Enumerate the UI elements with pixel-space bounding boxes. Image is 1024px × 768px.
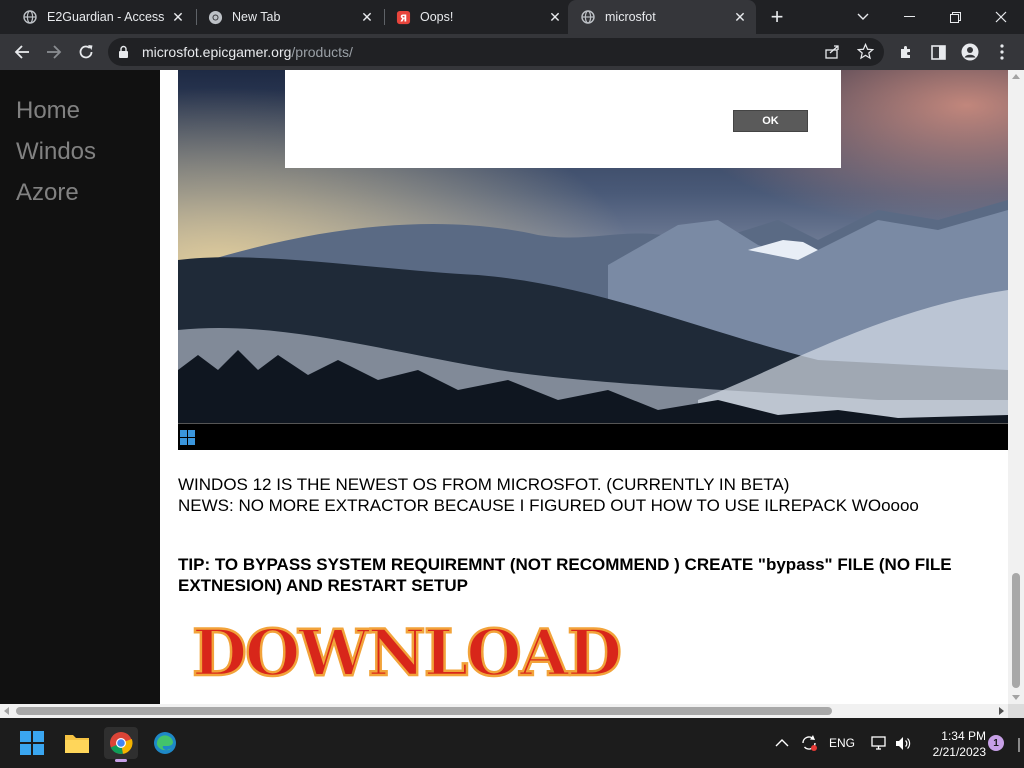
start-button[interactable] — [15, 727, 49, 759]
speaker-icon — [896, 736, 911, 750]
sidebar-item-home[interactable]: Home — [16, 97, 80, 125]
horizontal-scroll-thumb[interactable] — [16, 707, 832, 715]
scroll-left-icon — [4, 707, 9, 715]
yandex-icon: Я — [395, 9, 411, 25]
back-arrow-icon — [14, 45, 29, 59]
puzzle-icon — [901, 46, 910, 58]
clock-time: 1:34 PM — [941, 729, 986, 743]
chrome-icon — [207, 9, 223, 25]
sync-icon — [802, 735, 817, 751]
download-button[interactable]: DOWNLOAD — [188, 615, 628, 693]
side-panel-icon — [930, 44, 946, 60]
close-tab-icon[interactable]: ✕ — [359, 9, 375, 25]
browser-toolbar: microsfot.epicgamer.org/products/ — [0, 34, 1024, 70]
close-window-button[interactable] — [978, 0, 1024, 34]
vertical-scroll-thumb[interactable] — [1012, 573, 1020, 688]
forward-arrow-icon — [47, 45, 62, 59]
main-content: OK WINDOS 12 IS THE NEWEST OS FROM MICRO… — [160, 70, 1008, 704]
close-tab-icon[interactable]: ✕ — [732, 9, 748, 25]
windows-logo-icon — [180, 430, 195, 450]
reload-icon — [79, 45, 93, 59]
minimize-icon — [903, 16, 915, 17]
bookmark-star-icon[interactable] — [856, 42, 875, 65]
show-desktop-button[interactable] — [1018, 738, 1020, 752]
profile-button[interactable] — [956, 38, 984, 66]
network-button[interactable] — [871, 718, 888, 768]
scrollbar-corner — [1008, 704, 1024, 718]
tab-title: Oops! — [420, 10, 454, 24]
clock-date: 2/21/2023 — [932, 745, 986, 759]
address-bar[interactable]: microsfot.epicgamer.org/products/ — [108, 38, 884, 66]
chevron-up-icon — [775, 739, 789, 747]
vertical-scrollbar[interactable] — [1008, 70, 1024, 704]
tab-title: microsfot — [605, 10, 656, 24]
share-icon[interactable] — [824, 44, 840, 65]
globe-icon — [580, 9, 596, 25]
side-panel-button[interactable] — [924, 38, 952, 66]
profile-icon — [961, 43, 979, 61]
chrome-taskbar-button[interactable] — [104, 727, 138, 762]
page-viewport: Home Windos Azore OK WINDOS 12 IS THE NE… — [0, 70, 1024, 704]
back-button[interactable] — [8, 38, 36, 66]
menu-button[interactable] — [988, 38, 1016, 66]
active-app-indicator — [115, 759, 127, 762]
tip-text: TIP: TO BYPASS SYSTEM REQUIREMNT (NOT RE… — [178, 555, 952, 595]
news-line: NEWS: NO MORE EXTRACTOR BECAUSE I FIGURE… — [178, 496, 919, 515]
restore-icon — [949, 11, 961, 23]
ok-button[interactable]: OK — [733, 110, 808, 132]
forward-button[interactable] — [40, 38, 68, 66]
folder-icon — [65, 735, 89, 753]
url-host: microsfot.epicgamer.org — [142, 44, 292, 60]
tab-title: E2Guardian - Access De — [47, 10, 167, 24]
windows-taskbar: ENG 1:34 PM 2/21/2023 1 — [0, 718, 1024, 768]
sidebar-nav: Home Windos Azore — [0, 70, 160, 704]
language-indicator[interactable]: ENG — [829, 718, 855, 768]
tab-search-button[interactable] — [840, 0, 886, 34]
sidebar-item-azore[interactable]: Azore — [16, 179, 79, 207]
chevron-down-icon — [857, 13, 869, 20]
close-tab-icon[interactable]: ✕ — [170, 9, 186, 25]
minimize-button[interactable] — [886, 0, 932, 34]
close-tab-icon[interactable]: ✕ — [547, 9, 563, 25]
sync-status-button[interactable] — [800, 718, 818, 768]
new-tab-button[interactable]: + — [760, 0, 794, 34]
reload-button[interactable] — [72, 38, 100, 66]
network-icon — [871, 735, 886, 750]
tab-microsfot[interactable]: microsfot ✕ — [568, 0, 756, 34]
url-path: /products/ — [291, 44, 353, 60]
fake-taskbar-strip — [178, 423, 1008, 450]
tab-oops[interactable]: Я Oops! ✕ — [385, 0, 571, 34]
volume-button[interactable] — [895, 718, 912, 768]
tab-title: New Tab — [232, 10, 281, 24]
tab-e2guardian[interactable]: E2Guardian - Access De ✕ — [8, 0, 194, 34]
edge-taskbar-button[interactable] — [148, 727, 182, 759]
url-text[interactable]: microsfot.epicgamer.org/products/ — [142, 44, 353, 60]
hero-wallpaper-image: OK — [178, 70, 1008, 423]
file-explorer-button[interactable] — [60, 727, 94, 759]
restore-button[interactable] — [932, 0, 978, 34]
download-label: DOWNLOAD — [192, 616, 620, 685]
close-icon — [995, 11, 1007, 23]
taskbar-clock[interactable]: 1:34 PM 2/21/2023 — [920, 728, 986, 760]
chrome-icon — [110, 732, 133, 755]
extensions-button[interactable] — [892, 38, 920, 66]
notification-badge[interactable]: 1 — [988, 735, 1004, 751]
browser-tab-strip: E2Guardian - Access De ✕ New Tab ✕ Я Oop… — [0, 0, 1024, 34]
scroll-right-icon — [999, 707, 1004, 715]
edge-icon — [154, 732, 176, 754]
sidebar-item-windos[interactable]: Windos — [16, 138, 96, 166]
scroll-up-icon — [1012, 74, 1020, 79]
svg-text:Я: Я — [399, 13, 406, 24]
more-vert-icon — [1000, 44, 1004, 60]
tab-new-tab[interactable]: New Tab ✕ — [197, 0, 383, 34]
tray-overflow-button[interactable] — [775, 718, 789, 768]
globe-icon — [22, 9, 38, 25]
lock-icon[interactable] — [118, 45, 129, 64]
scroll-down-icon — [1012, 695, 1020, 700]
windows-start-icon — [20, 731, 44, 755]
horizontal-scrollbar[interactable] — [0, 704, 1008, 718]
alert-dialog: OK — [285, 70, 841, 168]
intro-line: WINDOS 12 IS THE NEWEST OS FROM MICROSFO… — [178, 475, 790, 494]
